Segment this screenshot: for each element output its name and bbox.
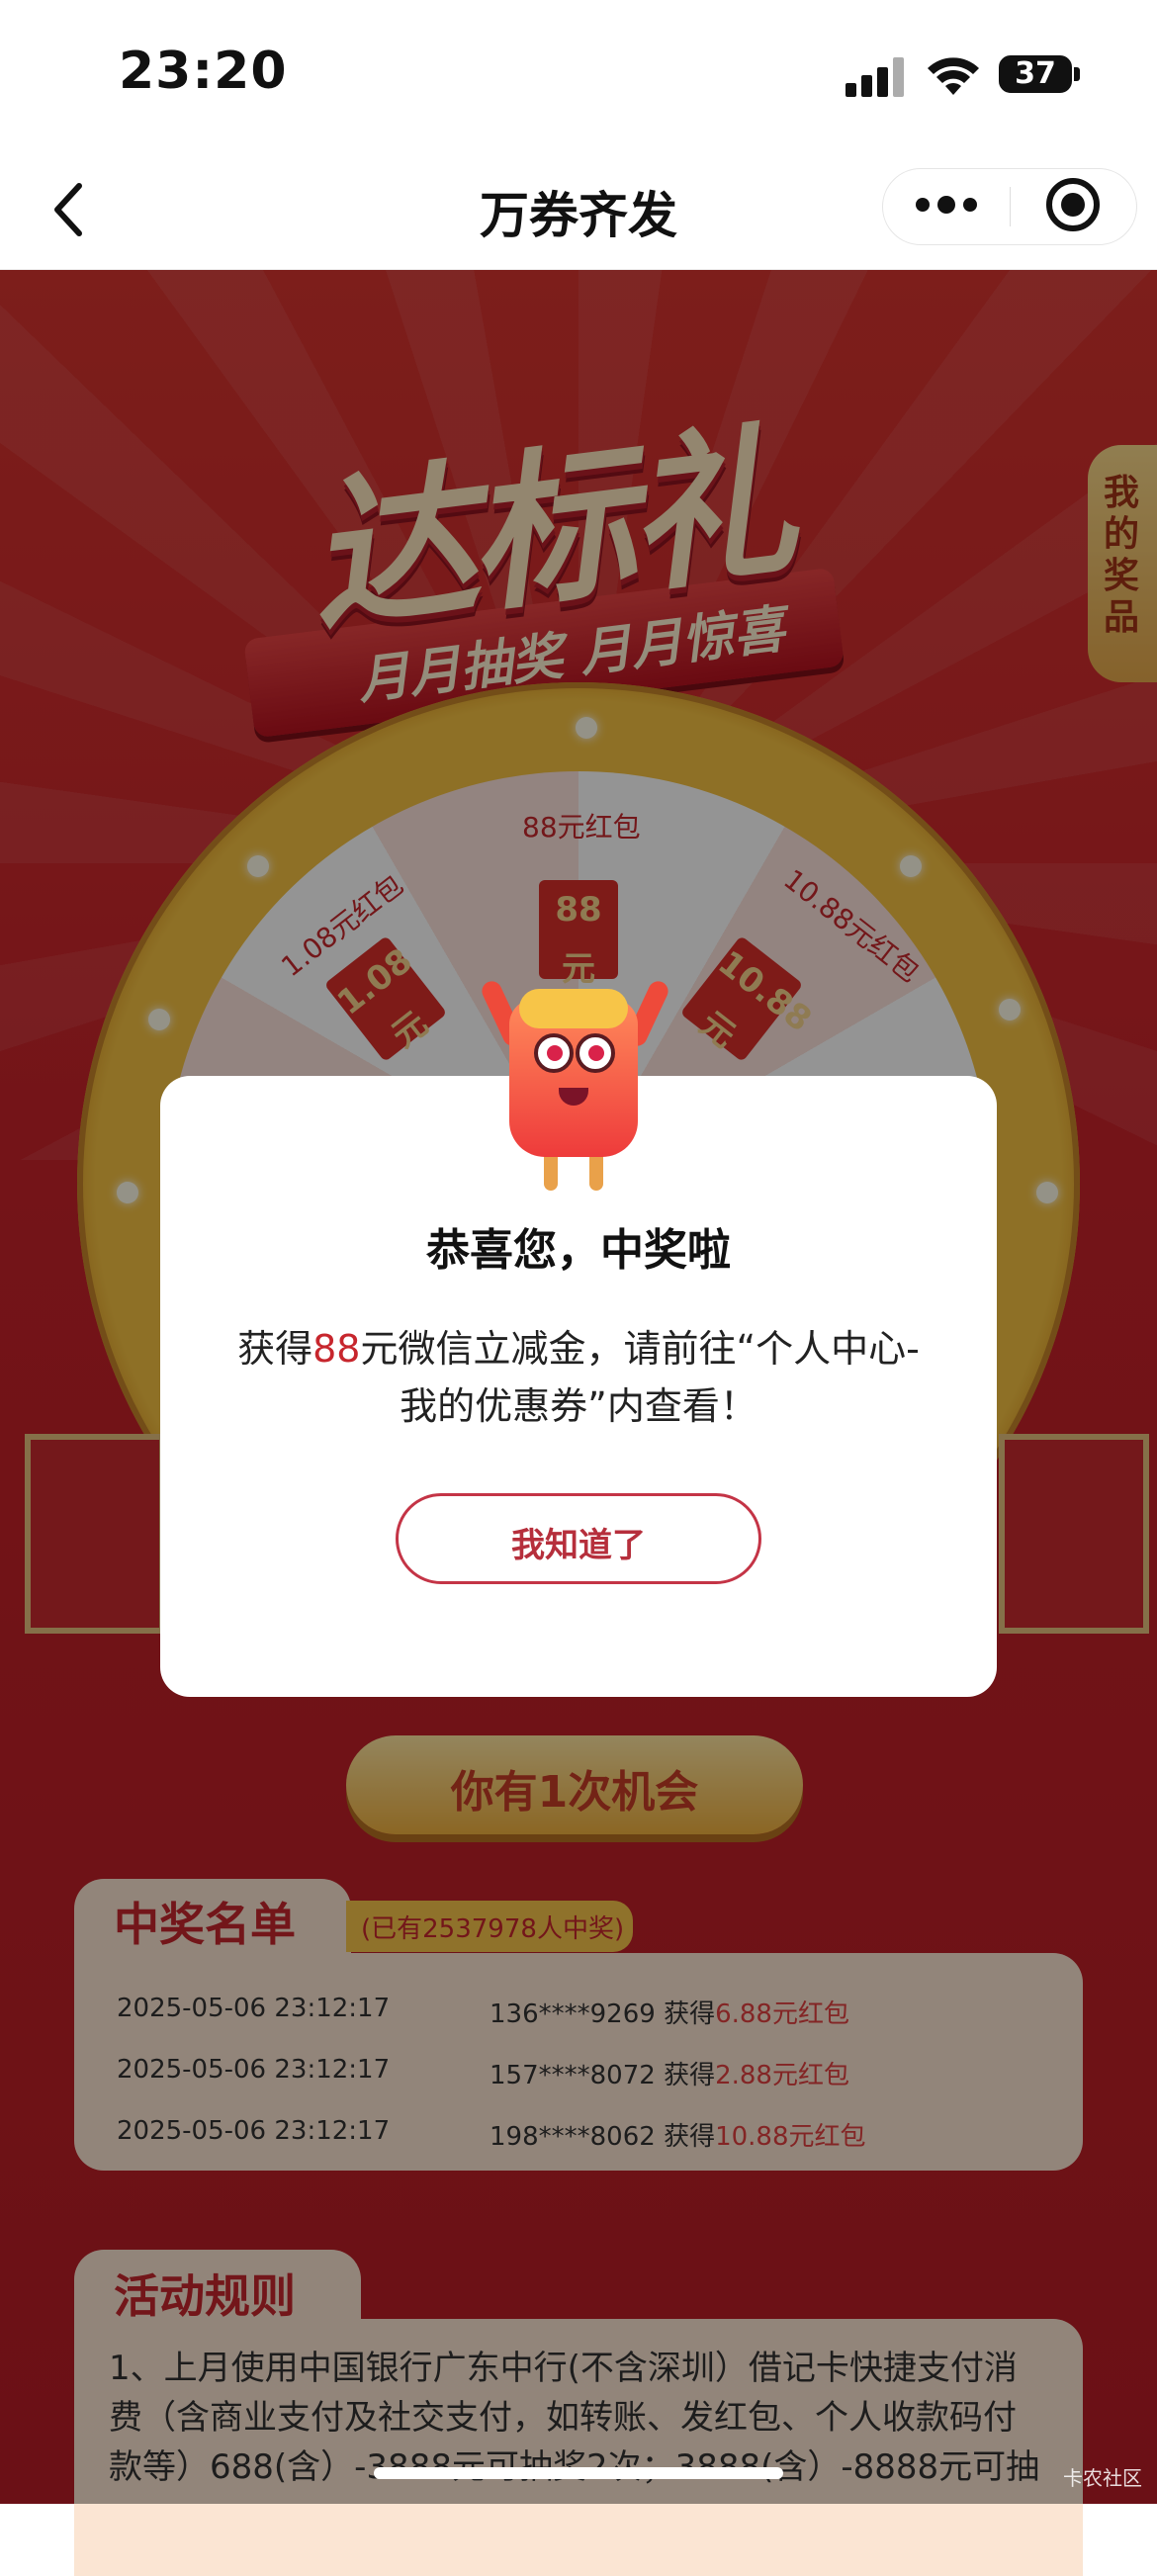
battery-cap xyxy=(1074,67,1080,81)
wifi-icon xyxy=(928,57,979,95)
mascot-top xyxy=(519,989,628,1028)
status-time: 23:20 xyxy=(119,42,288,101)
mascot-eye xyxy=(576,1033,615,1073)
home-indicator[interactable] xyxy=(374,2467,783,2479)
more-icon[interactable] xyxy=(916,190,977,220)
close-miniprogram-icon[interactable] xyxy=(1046,178,1100,231)
mascot-eye xyxy=(534,1033,574,1073)
got-it-label: 我知道了 xyxy=(511,1526,646,1565)
cellular-signal-icon xyxy=(846,55,905,97)
dialog-message: 获得88元微信立减金，请前往“个人中心-我的优惠券”内查看！ xyxy=(237,1327,920,1428)
battery-icon: 37 xyxy=(999,55,1072,93)
watermark: 卡农社区 xyxy=(1063,2466,1142,2490)
dialog-title: 恭喜您，中奖啦 xyxy=(426,1225,731,1276)
